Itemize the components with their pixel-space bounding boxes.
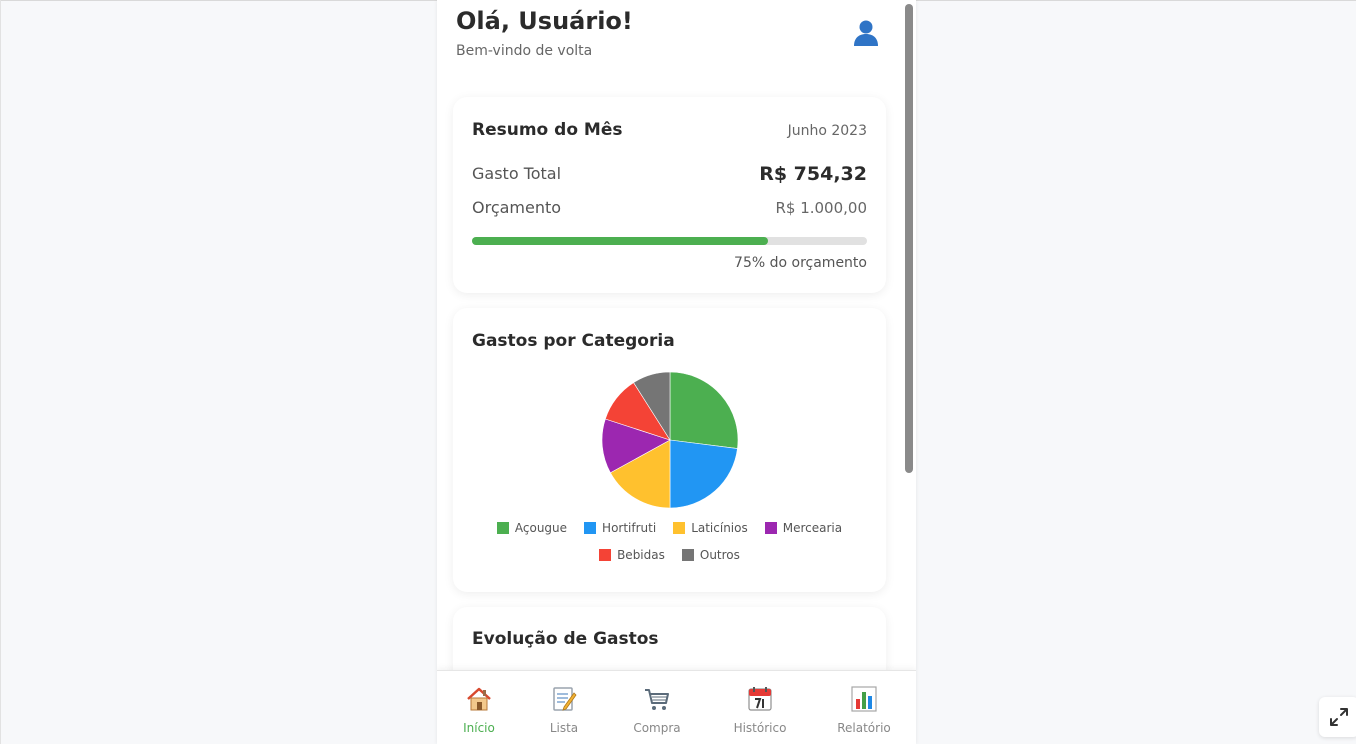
budget-progress-text: 75% do orçamento [734,255,867,271]
bar-chart-icon [851,686,877,712]
budget-value: R$ 1.000,00 [775,199,867,217]
legend-item-mercearia[interactable]: Mercearia [764,521,843,535]
bottom-navigation: Início Lista Compra Histórico Relatório [437,670,916,744]
legend-label: Bebidas [617,548,665,562]
pie-slice-acougue[interactable] [669,371,739,449]
greeting-title: Olá, Usuário! [456,7,633,35]
category-spending-card: Gastos por Categoria Açougue Hortifruti La… [453,308,886,592]
nav-item-inicio[interactable]: Início [437,671,524,744]
legend-item-hortifruti[interactable]: Hortifruti [584,521,656,535]
welcome-subtitle: Bem-vindo de volta [456,43,593,59]
legend-swatch [681,549,694,561]
legend-label: Outros [699,548,740,562]
legend-item-acougue[interactable]: Açougue [496,521,568,535]
expand-icon [1330,708,1348,726]
legend-item-outros[interactable]: Outros [681,548,740,562]
legend-label: Açougue [514,521,568,535]
nav-item-compra[interactable]: Compra [612,671,702,744]
total-spent-label: Gasto Total [472,164,562,183]
pie-slice-hortifruti[interactable] [669,439,738,509]
legend-label: Laticínios [691,521,748,535]
budget-progress-bar [472,237,867,245]
nav-label-lista: Lista [549,721,579,735]
chart-legend-row-1: Açougue Hortifruti Laticínios Mercearia [453,521,886,535]
window-left-border [0,0,1,744]
total-spent-value: R$ 754,32 [759,163,867,185]
nav-label-compra: Compra [633,721,681,735]
budget-label: Orçamento [472,198,562,217]
legend-swatch [764,522,777,534]
legend-swatch [599,549,612,561]
chart-legend-row-2: Bebidas Outros [453,548,886,562]
fullscreen-button[interactable] [1319,697,1356,737]
nav-label-inicio: Início [463,721,495,735]
summary-title: Resumo do Mês [472,120,623,140]
memo-icon [553,687,577,711]
summary-month: Junho 2023 [787,123,867,139]
legend-item-bebidas[interactable]: Bebidas [599,548,665,562]
calendar-icon [748,687,772,711]
nav-label-relatorio: Relatório [837,721,891,735]
legend-item-laticinios[interactable]: Laticínios [673,521,748,535]
nav-item-relatorio[interactable]: Relatório [819,671,909,744]
legend-swatch [673,522,686,534]
nav-label-historico: Histórico [733,721,787,735]
monthly-summary-card: Resumo do Mês Junho 2023 Gasto Total R$ … [453,97,886,293]
legend-label: Hortifruti [602,521,657,535]
budget-progress-fill [472,237,769,245]
home-icon [467,687,491,711]
nav-item-lista[interactable]: Lista [519,671,609,744]
legend-label: Mercearia [782,521,843,535]
mobile-app-viewport: Olá, Usuário! Bem-vindo de volta Resumo … [437,0,916,744]
user-icon[interactable] [851,18,881,48]
legend-swatch [584,522,597,534]
legend-swatch [496,522,509,534]
scrollbar-thumb[interactable] [905,4,913,473]
evolution-card-title: Evolução de Gastos [472,629,659,649]
category-card-title: Gastos por Categoria [472,331,675,351]
shopping-cart-icon [645,689,669,710]
category-pie-chart [601,371,739,509]
nav-item-historico[interactable]: Histórico [715,671,805,744]
